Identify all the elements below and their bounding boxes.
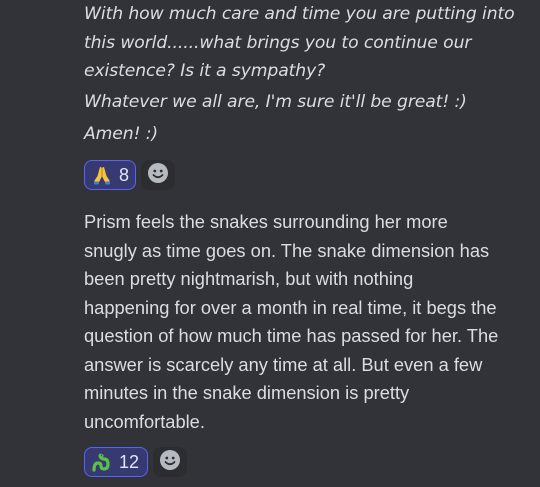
message-1-line: Amen! :) xyxy=(84,124,159,144)
reaction-row-1: 8 xyxy=(84,160,176,190)
message-1-line: this world......what brings you to conti… xyxy=(84,32,472,53)
reaction-folded-hands[interactable]: 8 xyxy=(84,160,137,190)
reaction-row-2: 12 xyxy=(84,447,188,477)
snake-icon xyxy=(91,451,113,473)
message-2-line: been pretty nightmarish, but with nothin… xyxy=(84,268,414,289)
reaction-snake[interactable]: 12 xyxy=(84,447,149,477)
message-2-line: question of how much time has passed for… xyxy=(84,325,499,346)
message-1-line: Whatever we all are, I'm sure it'll be g… xyxy=(84,91,467,112)
add-reaction-button[interactable] xyxy=(153,447,188,477)
message-2-line: answer is scarcely any time at all. But … xyxy=(84,353,483,375)
smiley-add-reaction-icon xyxy=(147,162,169,188)
message-2-line: happening for over a month in real time,… xyxy=(84,296,497,318)
message-2-line: minutes in the snake dimension is pretty xyxy=(84,382,410,403)
reaction-count: 8 xyxy=(119,164,130,185)
add-reaction-button[interactable] xyxy=(141,160,176,190)
message-1-line: existence? Is it a sympathy? xyxy=(84,61,326,81)
message-1-content: With how much care and time you are putt… xyxy=(84,0,528,149)
message-2-content: Prism feels the snakes surrounding her m… xyxy=(84,208,530,436)
folded-hands-icon xyxy=(91,164,113,186)
message-2-line: uncomfortable. xyxy=(84,410,205,432)
message-2-line: Prism feels the snakes surrounding her m… xyxy=(84,211,448,232)
message-1-line: With how much care and time you are putt… xyxy=(84,4,515,24)
smiley-add-reaction-icon xyxy=(159,449,181,475)
reaction-count: 12 xyxy=(119,451,140,472)
message-2-line: snugly as time goes on. The snake dimens… xyxy=(84,239,490,261)
